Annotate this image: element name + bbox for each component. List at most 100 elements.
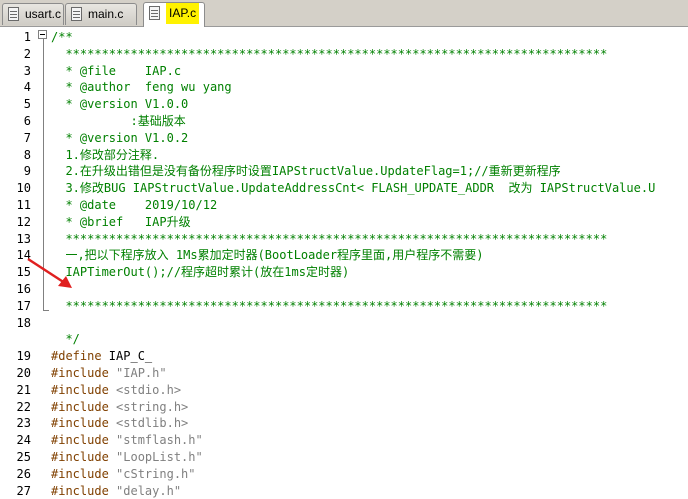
comment-text: 2.在升级出错但是没有备份程序时设置IAPStructValue.UpdateF… xyxy=(51,164,561,179)
include-path: "stmflash.h" xyxy=(116,433,203,448)
code-line[interactable]: 27 #include "delay.h" xyxy=(0,483,688,499)
line-number: 3 xyxy=(23,63,31,78)
preprocessor-directive: #include xyxy=(51,433,109,448)
code-line[interactable]: 3 * @file IAP.c xyxy=(0,63,688,80)
code-line[interactable]: 18 xyxy=(0,315,688,332)
include-path: "IAP.h" xyxy=(116,366,167,380)
comment-text: 3.修改BUG IAPStructValue.UpdateAddressCnt<… xyxy=(51,181,656,196)
line-number: 2 xyxy=(23,46,31,61)
line-number: 24 xyxy=(16,433,31,448)
identifier xyxy=(109,400,116,414)
code-line[interactable]: 4 * @author feng wu yang xyxy=(0,79,688,96)
code-line[interactable]: 9 2.在升级出错但是没有备份程序时设置IAPStructValue.Updat… xyxy=(0,163,688,180)
code-line[interactable]: 23 #include <stdlib.h> xyxy=(0,415,688,432)
tab-usart-c[interactable]: usart.c xyxy=(2,3,64,25)
comment-text: :基础版本 xyxy=(51,114,186,128)
code-line[interactable]: */ xyxy=(0,331,688,348)
code-text: #include "LoopList.h" xyxy=(51,449,203,466)
line-number: 8 xyxy=(23,147,31,162)
code-text: #include "delay.h" xyxy=(51,483,181,499)
code-line[interactable]: 21 #include <stdio.h> xyxy=(0,382,688,399)
comment-text: ****************************************… xyxy=(51,46,608,61)
preprocessor-directive: #include xyxy=(51,366,109,380)
line-number: 4 xyxy=(23,80,31,95)
code-text: #include <stdlib.h> xyxy=(51,415,188,432)
line-number: 17 xyxy=(16,298,31,313)
line-number: 1 xyxy=(23,30,31,44)
comment-text: */ xyxy=(51,332,80,347)
line-number: 5 xyxy=(23,97,31,112)
comment-text: /** xyxy=(51,30,73,44)
comment-text: IAPTimerOut();//程序超时累计(放在1ms定时器) xyxy=(51,265,350,280)
tab-iap-c[interactable]: IAP.c xyxy=(143,2,205,27)
code-line[interactable]: 12 * @brief IAP升级 xyxy=(0,214,688,231)
identifier xyxy=(109,433,116,447)
comment-text: * @version V1.0.2 xyxy=(51,130,189,145)
comment-text: * @brief IAP升级 xyxy=(51,214,191,229)
include-path: <stdlib.h> xyxy=(116,416,189,431)
code-editor[interactable]: 1 /** 2 **********************************… xyxy=(0,27,688,498)
tab-label: main.c xyxy=(88,7,124,21)
include-path: "delay.h" xyxy=(116,483,182,498)
code-text: #include "stmflash.h" xyxy=(51,432,203,449)
preprocessor-directive: #include xyxy=(51,483,109,498)
identifier xyxy=(109,366,116,380)
code-line[interactable]: 1 /** xyxy=(0,29,688,46)
line-number: 23 xyxy=(16,416,31,431)
identifier xyxy=(109,450,116,464)
line-number: 21 xyxy=(16,382,31,397)
red-arrow-icon xyxy=(27,257,72,288)
code-line[interactable]: 25 #include "LoopList.h" xyxy=(0,449,688,466)
code-line[interactable]: 16 xyxy=(0,281,688,298)
code-line[interactable]: 10 3.修改BUG IAPStructValue.UpdateAddressC… xyxy=(0,180,688,197)
tab-main-c[interactable]: main.c xyxy=(65,3,137,25)
code-line[interactable]: 20 #include "IAP.h" xyxy=(0,365,688,382)
comment-text: * @author feng wu yang xyxy=(51,80,232,95)
c-file-icon xyxy=(8,7,19,21)
comment-text: * @file IAP.c xyxy=(51,63,182,78)
code-line[interactable]: 24 #include "stmflash.h" xyxy=(0,432,688,449)
include-path: <stdio.h> xyxy=(116,382,182,397)
c-file-icon xyxy=(71,7,82,21)
code-line[interactable]: 14 一,把以下程序放入 1Ms累加定时器(BootLoader程序里面,用户程… xyxy=(0,247,688,264)
code-line[interactable]: 5 * @version V1.0.0 xyxy=(0,96,688,113)
code-line[interactable]: 17 *************************************… xyxy=(0,298,688,315)
tab-bar: usart.c main.c IAP.c xyxy=(0,0,688,27)
line-number: 9 xyxy=(23,164,31,179)
line-number: 13 xyxy=(16,231,31,246)
code-line[interactable]: 2 **************************************… xyxy=(0,46,688,63)
code-line[interactable]: 7 * @version V1.0.2 xyxy=(0,130,688,147)
code-line[interactable]: 26 #include "cString.h" xyxy=(0,466,688,483)
preprocessor-directive: #include xyxy=(51,466,109,481)
line-number: 25 xyxy=(16,450,31,464)
identifier xyxy=(109,416,116,430)
line-number: 7 xyxy=(23,130,31,145)
line-number: 20 xyxy=(16,366,31,380)
code-text: #include <stdio.h> xyxy=(51,382,181,399)
comment-text: ****************************************… xyxy=(51,231,608,246)
line-number: 19 xyxy=(16,349,31,364)
comment-text: 一,把以下程序放入 1Ms累加定时器(BootLoader程序里面,用户程序不需… xyxy=(51,248,484,263)
tab-label: usart.c xyxy=(25,7,62,21)
preprocessor-directive: #include xyxy=(51,399,109,414)
code-line[interactable]: 11 * @date 2019/10/12 xyxy=(0,197,688,214)
identifier xyxy=(109,383,116,397)
comment-text: ****************************************… xyxy=(51,298,608,313)
code-line[interactable]: 15 IAPTimerOut();//程序超时累计(放在1ms定时器) xyxy=(0,264,688,281)
line-number: 27 xyxy=(16,483,31,498)
code-line[interactable]: 8 1.修改部分注释. xyxy=(0,147,688,164)
comment-text: * @date 2019/10/12 xyxy=(51,198,218,212)
code-line[interactable]: 6 :基础版本 xyxy=(0,113,688,130)
tab-label: IAP.c xyxy=(166,3,200,24)
code-text: #include <string.h> xyxy=(51,399,188,416)
line-number: 22 xyxy=(16,399,31,414)
comment-text: * @version V1.0.0 xyxy=(51,97,189,112)
code-line[interactable]: 13 *************************************… xyxy=(0,231,688,248)
line-number: 18 xyxy=(16,315,31,330)
preprocessor-directive: #define xyxy=(51,349,102,364)
code-line[interactable]: 22 #include <string.h> xyxy=(0,399,688,416)
code-line[interactable]: 19 #define IAP_C_ xyxy=(0,348,688,365)
line-number: 11 xyxy=(16,198,31,212)
include-path: <string.h> xyxy=(116,399,189,414)
identifier: IAP_C_ xyxy=(101,349,153,364)
